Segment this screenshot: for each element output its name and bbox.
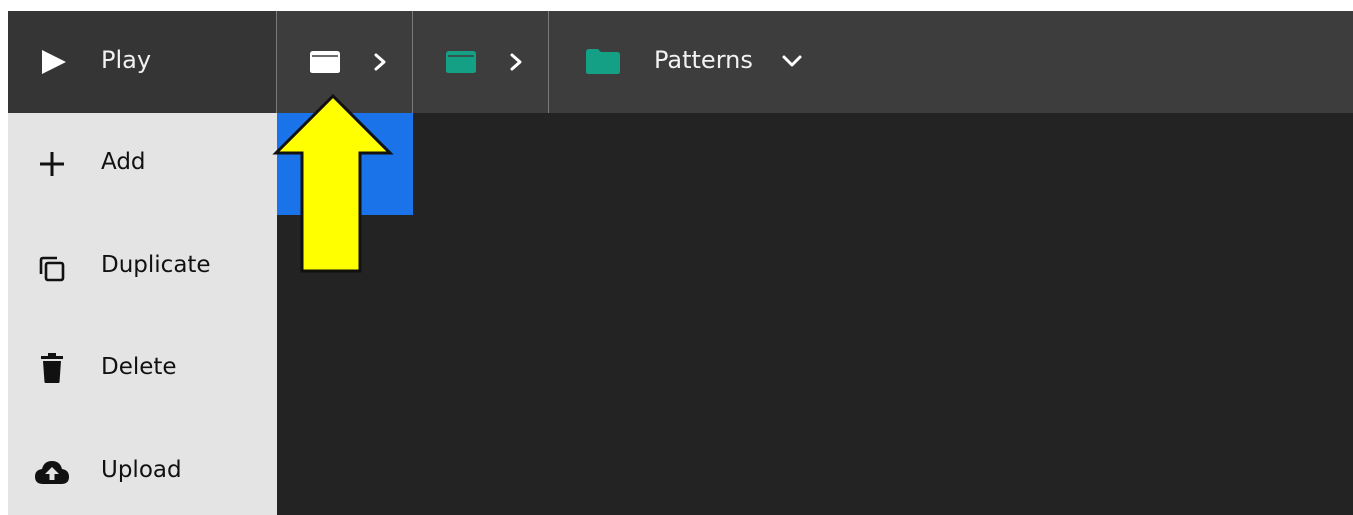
trash-icon [41, 353, 63, 383]
app-window: Play Patterns Add Duplicate Delete Uploa… [8, 11, 1353, 515]
chevron-right-icon [510, 53, 522, 71]
folder-teal-icon [446, 51, 476, 73]
top-toolbar: Play Patterns [8, 11, 1353, 113]
plus-icon [40, 152, 64, 176]
folder-teal-icon [586, 49, 620, 74]
menu-item-label: Delete [101, 354, 177, 380]
chevron-down-icon[interactable] [781, 53, 803, 69]
play-icon [42, 50, 66, 74]
folder-white-icon [310, 51, 340, 73]
menu-item-upload[interactable]: Upload [8, 419, 277, 509]
play-button[interactable]: Play [8, 11, 277, 113]
breadcrumb-folder[interactable] [413, 11, 549, 113]
chevron-right-icon [374, 53, 386, 71]
menu-item-label: Upload [101, 457, 182, 483]
menu-item-add[interactable]: Add [8, 113, 277, 203]
duplicate-icon [39, 256, 65, 282]
action-menu: Add Duplicate Delete Upload [8, 113, 277, 515]
play-label: Play [101, 46, 152, 74]
breadcrumb-patterns[interactable]: Patterns [549, 11, 1353, 113]
menu-item-label: Duplicate [101, 252, 211, 278]
content-area [277, 113, 1353, 515]
menu-item-duplicate[interactable]: Duplicate [8, 215, 277, 305]
menu-item-delete[interactable]: Delete [8, 317, 277, 407]
annotation-arrow-icon [272, 93, 394, 273]
menu-item-label: Add [101, 149, 146, 175]
cloud-upload-icon [35, 461, 69, 484]
breadcrumb-label: Patterns [654, 46, 753, 74]
